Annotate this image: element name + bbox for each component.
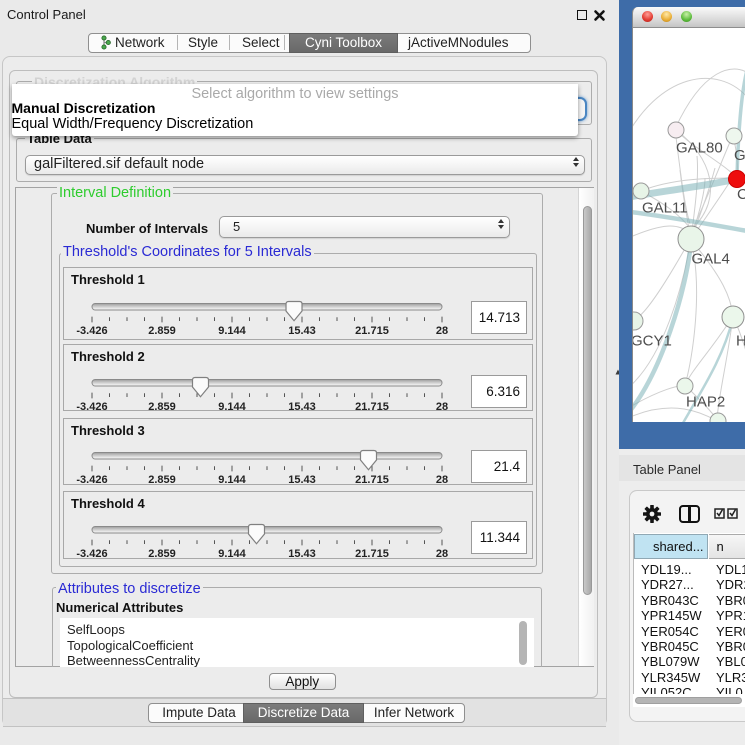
svg-text:28: 28: [436, 325, 448, 337]
svg-text:2.859: 2.859: [148, 401, 176, 413]
svg-text:9.144: 9.144: [218, 401, 246, 413]
svg-text:GAL80: GAL80: [676, 139, 723, 156]
svg-text:9.144: 9.144: [218, 548, 246, 560]
svg-text:HAP2: HAP2: [686, 393, 725, 410]
svg-text:21.715: 21.715: [355, 325, 389, 337]
svg-text:GAL4: GAL4: [692, 250, 730, 267]
svg-text:15.43: 15.43: [288, 548, 316, 560]
svg-text:2.859: 2.859: [148, 325, 176, 337]
svg-text:21.715: 21.715: [355, 474, 389, 486]
svg-text:GAL11: GAL11: [642, 199, 688, 216]
svg-text:15.43: 15.43: [288, 474, 316, 486]
svg-text:GCY1: GCY1: [633, 332, 672, 349]
svg-text:H: H: [736, 332, 745, 349]
svg-text:21.715: 21.715: [355, 401, 389, 413]
svg-text:GA: GA: [734, 147, 745, 164]
svg-text:2.859: 2.859: [148, 548, 176, 560]
svg-text:-3.426: -3.426: [76, 401, 107, 413]
svg-text:-3.426: -3.426: [76, 325, 107, 337]
svg-text:28: 28: [436, 548, 448, 560]
svg-text:9.144: 9.144: [218, 325, 246, 337]
svg-text:21.715: 21.715: [355, 548, 389, 560]
svg-text:-3.426: -3.426: [76, 548, 107, 560]
svg-text:15.43: 15.43: [288, 325, 316, 337]
svg-text:15.43: 15.43: [288, 401, 316, 413]
svg-text:28: 28: [436, 401, 448, 413]
svg-text:C: C: [737, 186, 745, 203]
svg-text:2.859: 2.859: [148, 474, 176, 486]
svg-text:9.144: 9.144: [218, 474, 246, 486]
svg-text:28: 28: [436, 474, 448, 486]
svg-text:-3.426: -3.426: [76, 474, 107, 486]
